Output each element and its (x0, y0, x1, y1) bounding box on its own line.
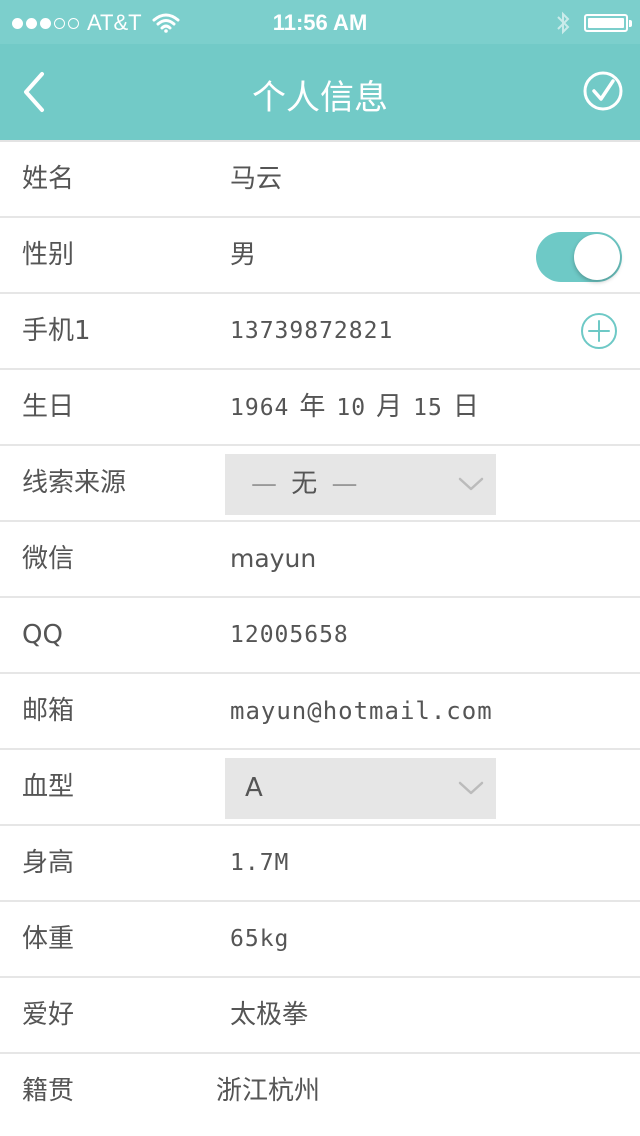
weight-label: 体重 (22, 924, 75, 954)
name-label: 姓名 (22, 164, 75, 194)
gender-label: 性别 (22, 240, 75, 270)
row-name[interactable]: 姓名 马云 (0, 142, 640, 218)
email-label: 邮箱 (22, 696, 75, 726)
row-source: 线索来源 — 无 — (0, 446, 640, 522)
phone-label: 手机1 (22, 316, 91, 346)
status-bar: AT&T 11:56 AM (0, 0, 640, 44)
row-hometown[interactable]: 籍贯 浙江杭州 (0, 1054, 640, 1128)
blood-type-label: 血型 (22, 772, 75, 802)
row-phone: 手机1 13739872821 (0, 294, 640, 370)
day-unit: 日 (452, 392, 480, 422)
hobby-label: 爱好 (22, 1000, 75, 1030)
toggle-knob (574, 234, 620, 280)
gender-value: 男 (230, 240, 257, 270)
birthday-field[interactable]: 1964 年 10 月 15 日 (230, 370, 490, 444)
source-select[interactable]: — 无 — (225, 454, 496, 515)
chevron-down-icon (458, 781, 484, 795)
battery-icon (584, 14, 632, 32)
name-field[interactable]: 马云 (230, 142, 282, 216)
check-circle-icon[interactable] (582, 70, 624, 112)
birthday-month: 10 (336, 395, 367, 421)
row-qq[interactable]: QQ 12005658 (0, 598, 640, 674)
weight-field[interactable]: 65kg (230, 902, 289, 976)
birthday-year: 1964 (230, 395, 290, 421)
height-field[interactable]: 1.7M (230, 826, 289, 900)
personal-info-screen: AT&T 11:56 AM 个人信息 姓名 马云 性别 男 手机1 137398… (0, 0, 640, 1136)
month-unit: 月 (376, 392, 404, 422)
qq-label: QQ (22, 620, 63, 650)
row-blood-type: 血型 A (0, 750, 640, 826)
profile-form: 姓名 马云 性别 男 手机1 13739872821 生日 1964 年 10 月 15… (0, 140, 640, 1128)
row-birthday[interactable]: 生日 1964 年 10 月 15 日 (0, 370, 640, 446)
status-time: 11:56 AM (272, 10, 368, 35)
birthday-day: 15 (413, 395, 443, 421)
year-unit: 年 (299, 392, 327, 422)
source-label: 线索来源 (22, 468, 127, 498)
phone-field[interactable]: 13739872821 (230, 294, 393, 368)
hometown-field[interactable]: 浙江杭州 (216, 1054, 320, 1128)
qq-field[interactable]: 12005658 (230, 598, 349, 672)
hobby-field[interactable]: 太极拳 (230, 978, 308, 1052)
birthday-label: 生日 (22, 392, 75, 422)
hometown-label: 籍贯 (22, 1076, 75, 1106)
bluetooth-icon (557, 11, 570, 35)
wechat-field[interactable]: mayun (230, 522, 316, 596)
gender-toggle[interactable] (536, 232, 622, 282)
dash-right: — (331, 469, 358, 499)
row-hobby[interactable]: 爱好 太极拳 (0, 978, 640, 1054)
row-gender: 性别 男 (0, 218, 640, 294)
add-phone-icon[interactable] (580, 312, 618, 350)
status-right (556, 11, 632, 35)
row-email[interactable]: 邮箱 mayun@hotmail.com (0, 674, 640, 750)
source-selected: — 无 — (245, 454, 364, 515)
nav-bar: 个人信息 (0, 44, 640, 140)
wechat-label: 微信 (22, 544, 75, 574)
source-selected-value: 无 (291, 469, 318, 499)
page-title: 个人信息 (252, 78, 388, 118)
chevron-down-icon (458, 477, 484, 491)
email-field[interactable]: mayun@hotmail.com (230, 674, 493, 748)
height-label: 身高 (22, 848, 75, 878)
blood-type-select[interactable]: A (225, 758, 496, 819)
blood-type-selected: A (245, 773, 263, 803)
row-weight[interactable]: 体重 65kg (0, 902, 640, 978)
row-height[interactable]: 身高 1.7M (0, 826, 640, 902)
battery-fill (588, 18, 624, 28)
dash-left: — (251, 469, 277, 499)
row-wechat[interactable]: 微信 mayun (0, 522, 640, 598)
